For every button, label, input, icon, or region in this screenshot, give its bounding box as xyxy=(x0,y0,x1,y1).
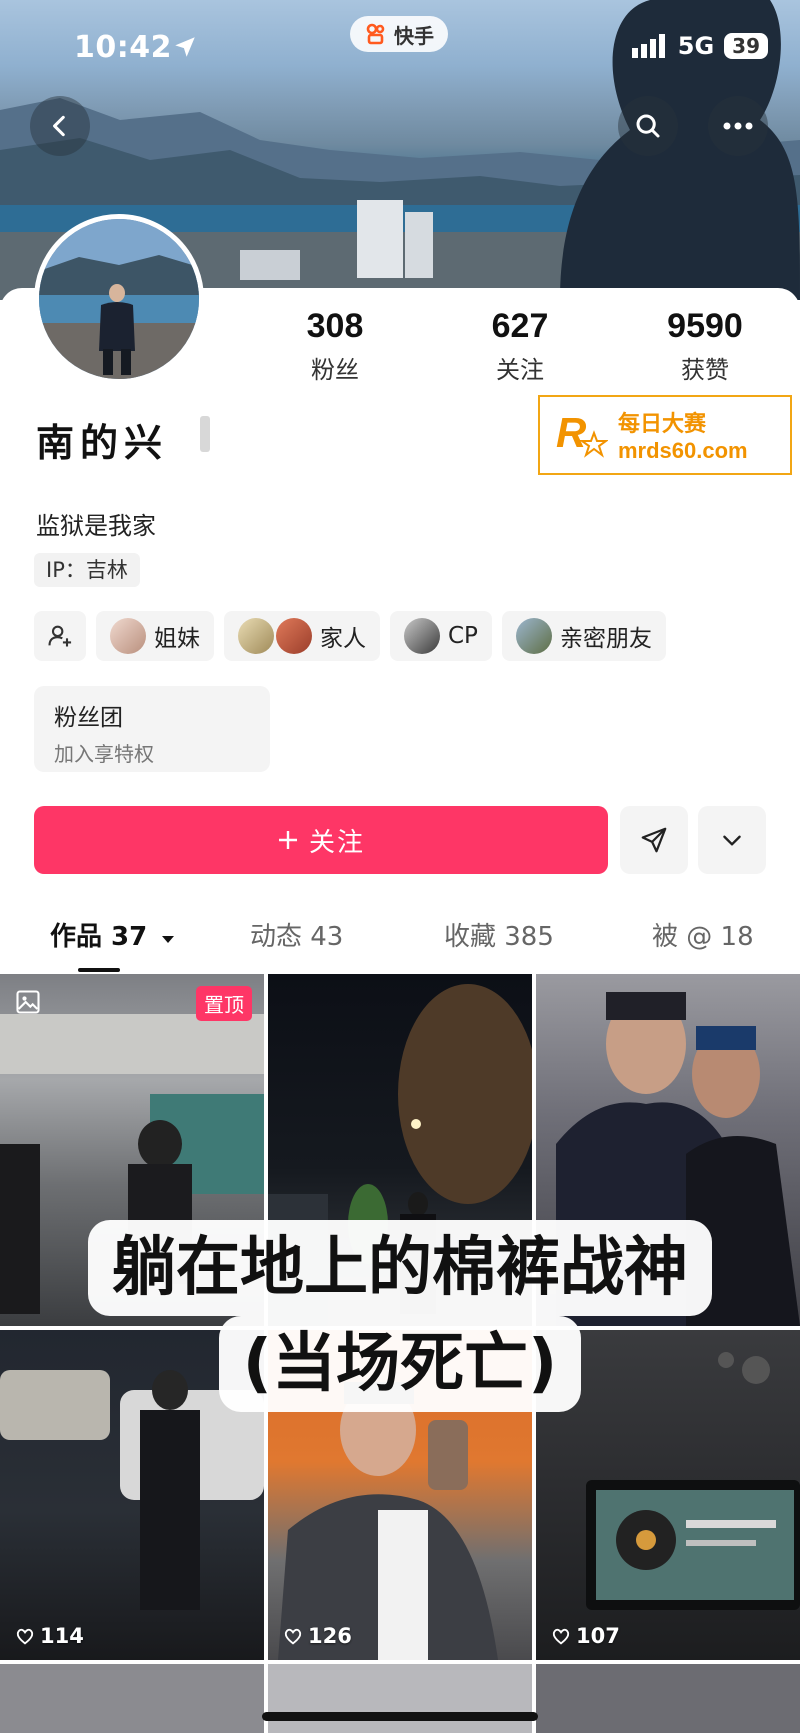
stat-label: 关注 xyxy=(496,356,544,384)
more-button[interactable] xyxy=(708,96,768,156)
follow-button[interactable]: 关注 xyxy=(34,806,608,874)
plus-icon xyxy=(278,831,297,849)
ip-location-tag: IP：吉林 xyxy=(34,553,140,587)
stat-fans[interactable]: 308 粉丝 xyxy=(260,307,410,385)
like-count: 114 xyxy=(14,1624,84,1648)
tab-moments[interactable]: 动态 43 xyxy=(250,916,343,953)
like-count-value: 126 xyxy=(308,1624,352,1648)
stat-value: 308 xyxy=(306,307,364,345)
search-icon xyxy=(636,114,660,138)
watermark-title: 每日大赛 xyxy=(618,412,707,437)
paper-plane-icon xyxy=(641,827,667,853)
relation-chip-cp[interactable]: CP xyxy=(390,611,492,661)
relation-avatar xyxy=(404,618,440,654)
expand-button[interactable] xyxy=(698,806,766,874)
relation-avatar xyxy=(276,618,312,654)
caret-down-icon xyxy=(162,936,175,943)
watermark: R 每日大赛 mrds60.com xyxy=(538,395,792,475)
pinned-badge: 置顶 xyxy=(196,986,252,1021)
search-button[interactable] xyxy=(618,96,678,156)
follow-label: 关注 xyxy=(308,827,365,858)
tab-label: 作品 37 xyxy=(50,922,148,952)
overlay-caption: 躺在地上的棉裤战神 (当场死亡) xyxy=(0,1220,800,1412)
like-count: 107 xyxy=(550,1624,620,1648)
relation-label: 亲密朋友 xyxy=(559,626,652,652)
caption-line-1: 躺在地上的棉裤战神 xyxy=(88,1220,712,1316)
add-person-icon xyxy=(48,625,72,647)
stat-following[interactable]: 627 关注 xyxy=(445,307,595,385)
svg-text:R: R xyxy=(556,409,587,456)
home-indicator[interactable] xyxy=(262,1712,538,1721)
status-indicators: 5G 39 xyxy=(631,32,768,60)
stat-label: 获赞 xyxy=(681,356,729,384)
app-pill-label: 快手 xyxy=(394,23,434,48)
relations-row: 姐妹 家人 CP 亲密朋友 xyxy=(34,611,666,661)
content-tabs: 作品 37 动态 43 收藏 385 被 @ 18 xyxy=(0,916,800,972)
profile-bio: 监狱是我家 xyxy=(36,512,156,540)
profile-stats: 308 粉丝 627 关注 9590 获赞 xyxy=(260,307,780,385)
more-dots-icon xyxy=(723,122,753,130)
like-count: 126 xyxy=(282,1624,352,1648)
relation-label: 家人 xyxy=(320,626,366,652)
stat-label: 粉丝 xyxy=(311,356,359,384)
share-button[interactable] xyxy=(620,806,688,874)
back-button[interactable] xyxy=(30,96,90,156)
name-badge-mark xyxy=(200,416,210,452)
heart-icon xyxy=(284,1628,302,1645)
relation-avatar xyxy=(515,618,552,654)
battery-level: 39 xyxy=(724,33,768,59)
tab-favorites[interactable]: 收藏 385 xyxy=(444,916,554,953)
watermark-logo-icon: R xyxy=(556,409,608,458)
avatar[interactable] xyxy=(34,214,204,384)
like-count-value: 107 xyxy=(576,1624,620,1648)
relation-chip-close-friends[interactable]: 亲密朋友 xyxy=(501,611,666,661)
relation-chip-sisters[interactable]: 姐妹 xyxy=(96,611,214,661)
watermark-url: mrds60.com xyxy=(618,438,748,463)
heart-icon xyxy=(552,1628,570,1645)
tab-works[interactable]: 作品 37 xyxy=(50,916,176,953)
back-arrow-icon xyxy=(53,115,65,137)
relation-avatar xyxy=(110,618,146,654)
status-time: 10:42 xyxy=(74,30,172,65)
relation-chip-family[interactable]: 家人 xyxy=(224,611,380,661)
fan-group-subtitle: 加入享特权 xyxy=(54,742,154,766)
relation-label: CP xyxy=(448,623,478,649)
stat-value: 9590 xyxy=(667,307,743,345)
stat-value: 627 xyxy=(491,307,549,345)
video-thumbnail[interactable] xyxy=(0,1664,264,1733)
image-post-icon xyxy=(16,990,40,1014)
fan-group-card[interactable]: 粉丝团 加入享特权 xyxy=(34,686,270,772)
chevron-down-icon xyxy=(723,835,741,846)
relation-avatar xyxy=(238,618,274,654)
video-thumbnail[interactable] xyxy=(536,1664,800,1733)
heart-icon xyxy=(16,1628,34,1645)
kuaishou-logo-icon xyxy=(366,23,385,45)
signal-icon xyxy=(631,34,665,58)
relation-label: 姐妹 xyxy=(154,626,200,652)
profile-name: 南的兴 xyxy=(36,421,169,465)
add-relation-button[interactable] xyxy=(34,611,86,661)
avatar-image xyxy=(39,219,199,379)
like-count-value: 114 xyxy=(40,1624,84,1648)
fan-group-title: 粉丝团 xyxy=(54,705,123,731)
video-thumbnail[interactable] xyxy=(268,1664,532,1733)
active-tab-indicator xyxy=(78,968,120,972)
caption-line-2: (当场死亡) xyxy=(218,1316,582,1412)
stat-likes[interactable]: 9590 获赞 xyxy=(630,307,780,385)
network-label: 5G xyxy=(677,32,715,60)
tab-mentions[interactable]: 被 @ 18 xyxy=(652,916,754,953)
app-pill[interactable]: 快手 xyxy=(350,16,448,52)
location-arrow-icon xyxy=(175,37,195,57)
